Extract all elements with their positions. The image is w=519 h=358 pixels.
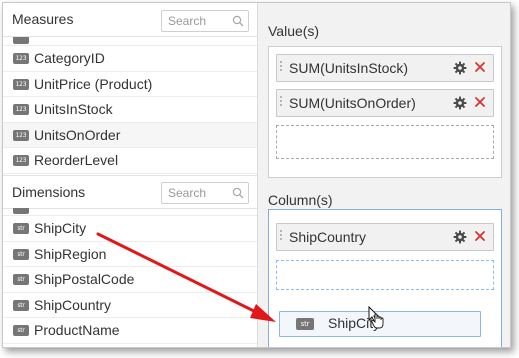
dimension-item-label: ShipCity xyxy=(34,220,87,236)
values-drop-zone[interactable]: SUM(UnitsInStock) SUM(UnitsOnOrder) xyxy=(268,46,502,178)
columns-zone-title: Column(s) xyxy=(268,192,333,208)
dimension-item[interactable]: str ShipCity xyxy=(3,216,257,242)
drop-zones-panel: Value(s) SUM(UnitsInStock) SUM(UnitsOnOr… xyxy=(258,3,510,347)
list-item-partial xyxy=(3,37,257,46)
dimension-item[interactable]: str ProductName xyxy=(3,318,257,344)
list-item-partial xyxy=(3,208,257,216)
dimension-item-label: ShipCountry xyxy=(34,296,112,313)
string-type-badge xyxy=(13,208,29,214)
drag-handle-icon[interactable] xyxy=(280,230,283,244)
close-icon[interactable] xyxy=(473,60,487,74)
number-type-badge: 123 xyxy=(13,129,29,141)
search-icon xyxy=(232,15,244,27)
dimensions-search-box[interactable] xyxy=(161,182,249,204)
value-field-label: SUM(UnitsInStock) xyxy=(289,60,409,76)
string-type-badge: str xyxy=(13,248,29,260)
string-type-badge: str xyxy=(13,223,29,234)
number-type-badge: 123 xyxy=(13,53,29,64)
measure-item[interactable]: 123 CategoryID xyxy=(3,46,257,72)
values-drop-placeholder[interactable] xyxy=(276,125,494,159)
close-icon[interactable] xyxy=(473,229,487,243)
gear-icon[interactable] xyxy=(453,61,467,75)
dimension-item[interactable]: str ShipPostalCode xyxy=(3,267,257,293)
measures-header: Measures xyxy=(3,3,257,37)
measures-search-box[interactable] xyxy=(161,10,249,32)
pivot-field-list: Measures 123 CategoryID 123 UnitPrice (P… xyxy=(2,2,511,348)
dimensions-search-input[interactable] xyxy=(162,183,234,203)
dimension-item-label: ShipRegion xyxy=(34,245,107,262)
measures-title: Measures xyxy=(12,11,74,27)
string-type-badge: str xyxy=(296,318,314,330)
value-field-pill[interactable]: SUM(UnitsOnOrder) xyxy=(276,89,494,117)
dimension-item-label: ShipPostalCode xyxy=(34,271,135,287)
number-type-badge xyxy=(13,37,29,44)
drag-handle-icon[interactable] xyxy=(280,61,283,75)
measure-item-label: UnitsOnOrder xyxy=(34,126,121,143)
measure-item[interactable]: 123 UnitPrice (Product) xyxy=(3,71,257,97)
measure-item[interactable]: 123 UnitsOnOrder xyxy=(3,122,257,148)
dimensions-list: str ShipCity str ShipRegion str ShipPost… xyxy=(3,216,257,344)
drag-handle-icon[interactable] xyxy=(280,96,283,110)
field-list-panel: Measures 123 CategoryID 123 UnitPrice (P… xyxy=(3,3,257,347)
dimension-item[interactable]: str ShipRegion xyxy=(3,241,257,267)
gear-icon[interactable] xyxy=(453,230,467,244)
search-icon xyxy=(232,187,244,199)
close-icon[interactable] xyxy=(473,95,487,109)
number-type-badge: 123 xyxy=(13,155,29,166)
hand-cursor-icon xyxy=(368,305,384,329)
measure-item-label: UnitsInStock xyxy=(34,101,113,117)
number-type-badge: 123 xyxy=(13,78,29,90)
gear-icon[interactable] xyxy=(453,96,467,110)
column-field-pill[interactable]: ShipCountry xyxy=(276,223,494,251)
measure-item-label: CategoryID xyxy=(34,50,105,66)
string-type-badge: str xyxy=(13,274,29,285)
measure-item[interactable]: 123 UnitsInStock xyxy=(3,97,257,123)
string-type-badge: str xyxy=(13,325,29,336)
value-field-label: SUM(UnitsOnOrder) xyxy=(289,95,416,111)
dimensions-header: Dimensions xyxy=(3,175,257,209)
column-field-label: ShipCountry xyxy=(289,229,367,245)
string-type-badge: str xyxy=(13,299,29,311)
measure-item-label: ReorderLevel xyxy=(34,152,119,168)
measures-search-input[interactable] xyxy=(162,11,234,31)
dimensions-title: Dimensions xyxy=(12,184,86,200)
measures-list: 123 CategoryID 123 UnitPrice (Product) 1… xyxy=(3,46,257,174)
dimension-item-label: ProductName xyxy=(34,322,120,338)
number-type-badge: 123 xyxy=(13,104,29,115)
measure-item-label: UnitPrice (Product) xyxy=(34,75,153,92)
value-field-pill[interactable]: SUM(UnitsInStock) xyxy=(276,54,494,82)
values-zone-title: Value(s) xyxy=(268,23,320,39)
dimension-item[interactable]: str ShipCountry xyxy=(3,292,257,318)
measure-item[interactable]: 123 ReorderLevel xyxy=(3,148,257,174)
columns-drop-placeholder[interactable] xyxy=(276,260,494,290)
